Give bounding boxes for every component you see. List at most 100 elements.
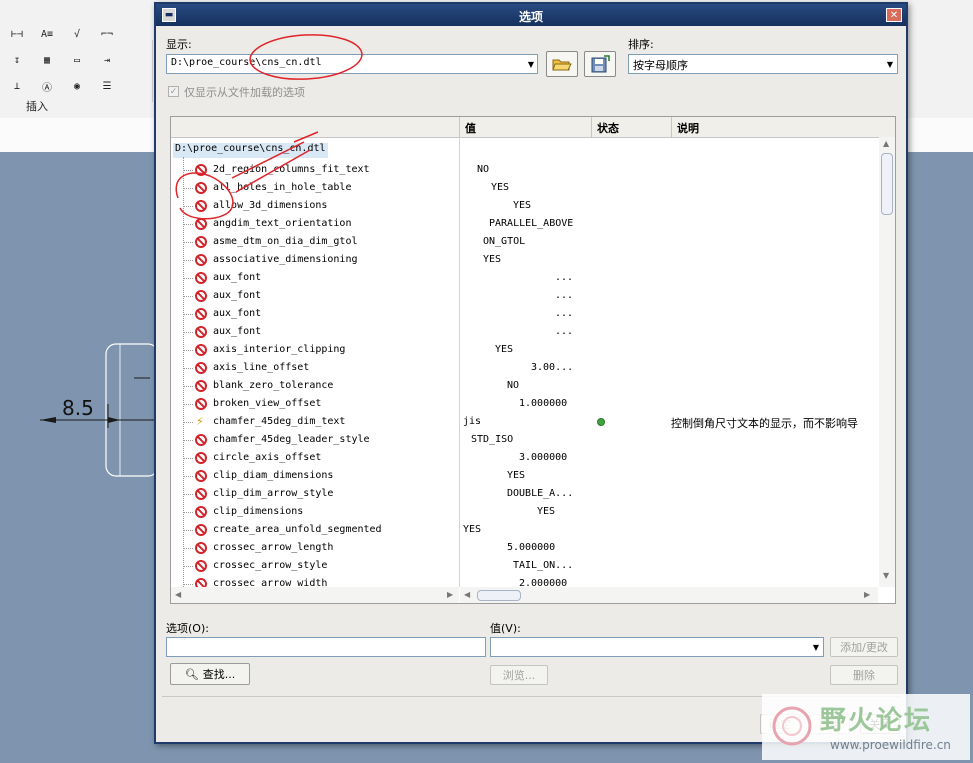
table-row[interactable]: clip_dim_arrow_style DOUBLE_A... <box>171 485 881 503</box>
list-icon[interactable]: ☰ <box>96 78 118 94</box>
table-row[interactable]: associative_dimensioning YES <box>171 251 881 269</box>
drawing-sketch <box>40 343 160 477</box>
row-option-name: blank_zero_tolerance <box>213 380 334 391</box>
column-divider[interactable] <box>459 117 460 137</box>
row-option-value: PARALLEL_ABOVE <box>489 218 574 229</box>
ribbon-row-2: ↧ ▦ ▭ ⇥ <box>6 52 118 68</box>
value-combo[interactable] <box>490 637 824 657</box>
scroll-right-icon[interactable]: ▶ <box>447 590 453 599</box>
sort-combo[interactable]: 按字母顺序 <box>628 54 898 74</box>
surface-finish-icon[interactable]: √ <box>66 26 88 42</box>
dimension-ordinate-icon[interactable]: ↧ <box>6 52 28 68</box>
tree-branch <box>183 404 193 405</box>
scroll-left-icon[interactable]: ◀ <box>175 590 181 599</box>
ribbon-group-label: 插入 <box>26 100 48 113</box>
watermark-logo <box>772 706 812 746</box>
row-option-value: TAIL_ON... <box>513 560 574 571</box>
tree-branch <box>183 314 193 315</box>
option-input[interactable] <box>166 637 486 657</box>
tolerance-icon[interactable]: ⊥ <box>6 78 28 94</box>
row-option-name: 2d_region_columns_fit_text <box>213 164 370 175</box>
table-row[interactable]: allow_3d_dimensions YES <box>171 197 881 215</box>
column-divider[interactable] <box>591 117 592 137</box>
row-option-value: YES <box>483 254 502 265</box>
no-entry-icon <box>195 398 207 410</box>
table-row[interactable]: aux_font... <box>171 287 881 305</box>
table-row[interactable]: create_area_unfold_segmented YES <box>171 521 881 539</box>
watermark-url: www.proewildfire.cn <box>830 738 951 752</box>
symbol-icon[interactable]: ◉ <box>66 78 88 94</box>
tree-root-file[interactable]: D:\proe_course\cns_cn.dtl <box>173 143 328 158</box>
table-row[interactable]: asme_dtm_on_dia_dim_gtol ON_GTOL <box>171 233 881 251</box>
dimension-icon[interactable]: ⊢⊣ <box>6 26 28 42</box>
scroll-left-icon[interactable]: ◀ <box>464 590 470 599</box>
save-file-button[interactable] <box>584 51 616 77</box>
delete-button[interactable]: 删除 <box>830 665 898 685</box>
vertical-scroll-thumb[interactable] <box>881 153 893 215</box>
dialog-title: 选项 <box>518 10 543 24</box>
chevron-down-icon[interactable]: ▼ <box>882 55 898 73</box>
table-row[interactable]: broken_view_offset 1.000000 <box>171 395 881 413</box>
dialog-title-bar[interactable]: ▬ 选项 ✕ <box>156 4 906 26</box>
chevron-down-icon[interactable]: ▼ <box>808 638 824 656</box>
table-row[interactable]: crossec_arrow_length 5.000000 <box>171 539 881 557</box>
row-description: 控制倒角尺寸文本的显示，而不影响导 <box>671 417 858 430</box>
save-icon <box>591 55 610 73</box>
value-label: 值(V): <box>490 622 521 635</box>
table-row[interactable]: 2d_region_columns_fit_text NO <box>171 161 881 179</box>
table-row[interactable]: crossec_arrow_style TAIL_ON... <box>171 557 881 575</box>
no-entry-icon <box>195 344 207 356</box>
table-row[interactable]: aux_font... <box>171 305 881 323</box>
no-entry-icon <box>195 272 207 284</box>
table-row[interactable]: aux_font... <box>171 323 881 341</box>
row-option-value: YES <box>513 200 532 211</box>
table-row[interactable]: all_holes_in_hole_table YES <box>171 179 881 197</box>
table-row[interactable]: clip_diam_dimensions YES <box>171 467 881 485</box>
table-row[interactable]: clip_dimensions YES <box>171 503 881 521</box>
horizontal-scroll-thumb[interactable] <box>477 590 521 601</box>
balloon-icon[interactable]: Ⓐ <box>36 78 58 94</box>
scroll-up-icon[interactable]: ▲ <box>883 139 889 148</box>
table-row[interactable]: ⚡︎ chamfer_45deg_dim_text jis 控制倒角尺寸文本的显示，而… <box>171 413 881 431</box>
display-label: 显示: <box>166 38 192 51</box>
folder-icon[interactable]: ▭ <box>66 52 88 68</box>
table-row[interactable]: angdim_text_orientation PARALLEL_ABOVE <box>171 215 881 233</box>
table-row[interactable]: aux_font... <box>171 269 881 287</box>
scroll-down-icon[interactable]: ▼ <box>883 571 889 580</box>
close-icon[interactable]: ✕ <box>886 8 902 22</box>
row-option-name: angdim_text_orientation <box>213 218 352 229</box>
add-change-button[interactable]: 添加/更改 <box>830 637 898 657</box>
horizontal-scrollbar-right[interactable]: ◀ ▶ <box>460 587 878 603</box>
header-description[interactable]: 说明 <box>677 120 699 136</box>
table-row[interactable]: axis_line_offset 3.00... <box>171 359 881 377</box>
table-row[interactable]: blank_zero_tolerance NO <box>171 377 881 395</box>
table-row[interactable]: chamfer_45deg_leader_style STD_ISO <box>171 431 881 449</box>
no-entry-icon <box>195 326 207 338</box>
datum-icon[interactable]: ⌐¬ <box>96 26 118 42</box>
ribbon-row-1: ⊢⊣ A≡ √ ⌐¬ <box>6 26 118 42</box>
open-file-button[interactable] <box>546 51 578 77</box>
align-icon[interactable]: ⇥ <box>96 52 118 68</box>
browse-button[interactable]: 浏览... <box>490 665 548 685</box>
no-entry-icon <box>195 200 207 212</box>
horizontal-scrollbar-left[interactable]: ◀ ▶ <box>171 587 459 603</box>
table-row[interactable]: circle_axis_offset 3.000000 <box>171 449 881 467</box>
tree-branch <box>183 188 193 189</box>
row-option-name: aux_font <box>213 308 262 319</box>
row-option-value: YES <box>491 182 510 193</box>
watermark-title: 野火论坛 <box>820 706 933 736</box>
display-combo[interactable]: D:\proe_course\cns_cn.dtl <box>166 54 538 74</box>
lightning-icon: ⚡︎ <box>196 415 204 428</box>
find-button[interactable]: 🔍︎ 查找... <box>170 663 250 685</box>
note-icon[interactable]: A≡ <box>36 26 58 42</box>
table-icon[interactable]: ▦ <box>36 52 58 68</box>
table-row[interactable]: axis_interior_clipping YES <box>171 341 881 359</box>
chevron-down-icon[interactable]: ▼ <box>523 55 539 73</box>
header-status[interactable]: 状态 <box>597 120 619 136</box>
column-divider[interactable] <box>671 117 672 137</box>
header-value[interactable]: 值 <box>465 120 476 136</box>
no-entry-icon <box>195 452 207 464</box>
loaded-only-checkbox[interactable]: ✓ <box>168 86 179 97</box>
row-option-name: chamfer_45deg_leader_style <box>213 434 370 445</box>
scroll-right-icon[interactable]: ▶ <box>864 590 870 599</box>
